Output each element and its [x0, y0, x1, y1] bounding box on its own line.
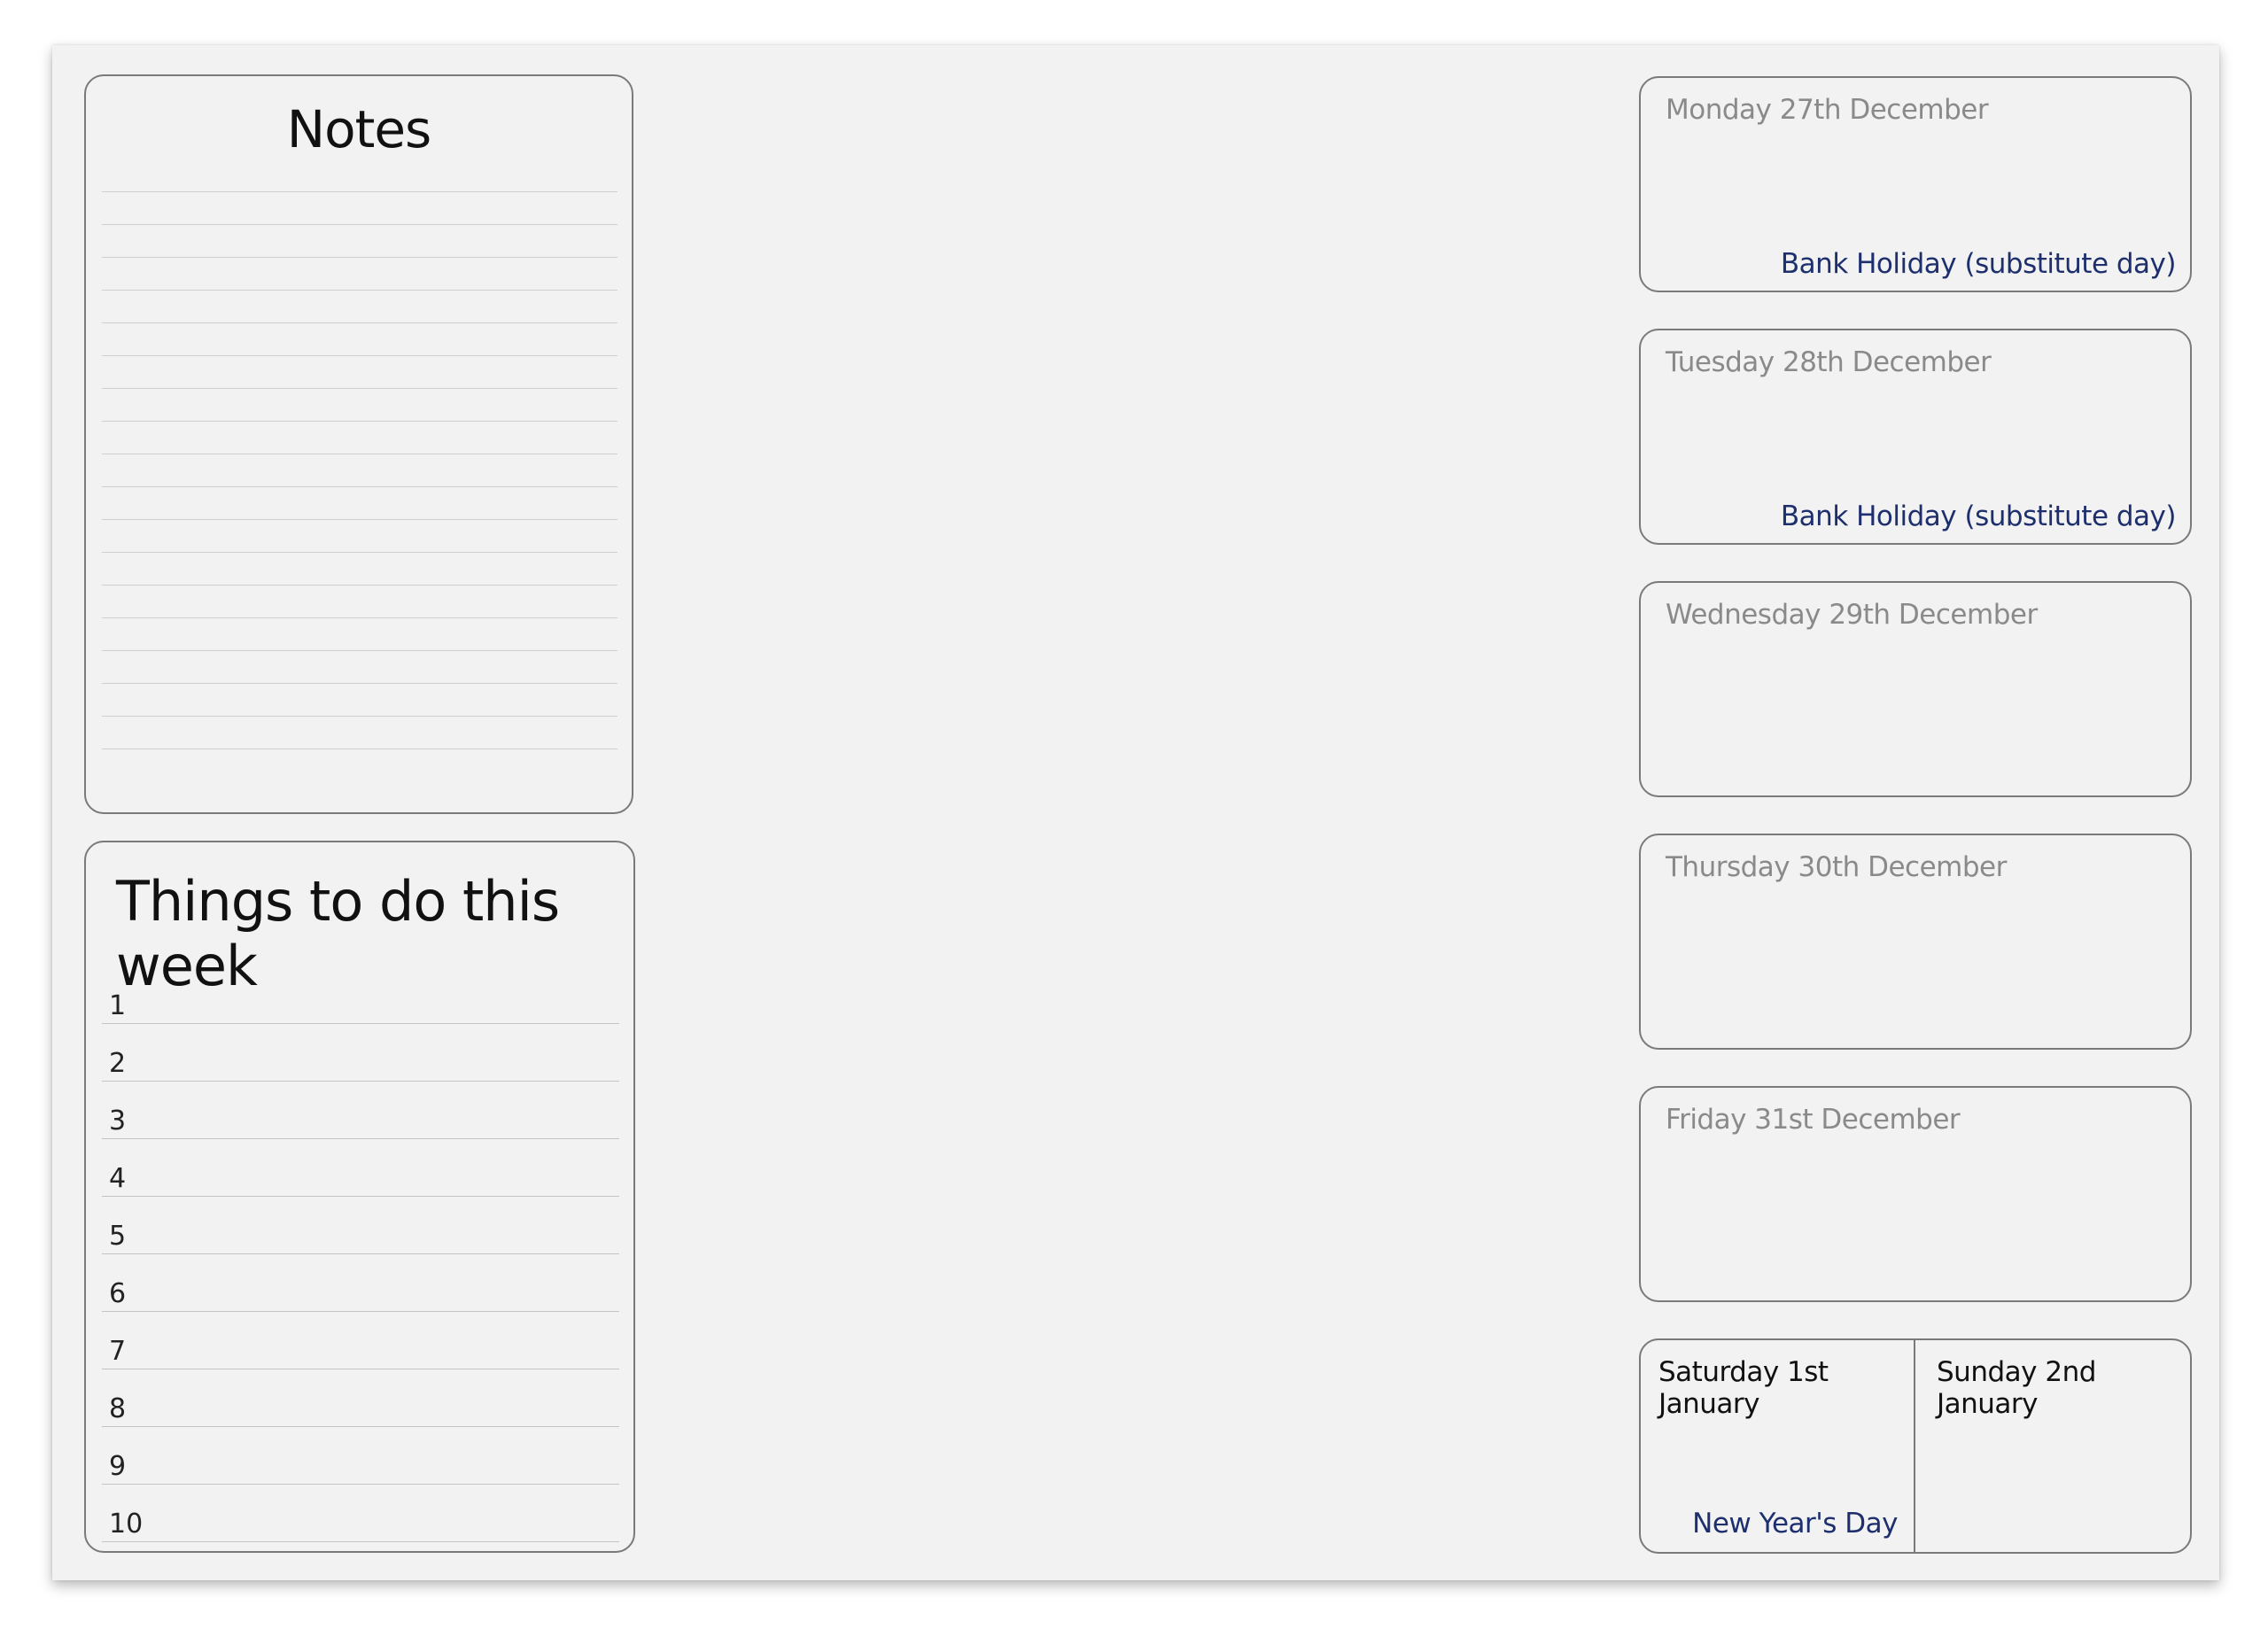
day-box-monday: Monday 27th December Bank Holiday (subst…: [1639, 76, 2192, 292]
day-label: Friday 31st December: [1666, 1104, 1961, 1136]
day-label: Thursday 30th December: [1666, 851, 2007, 883]
notes-title: Notes: [286, 99, 432, 159]
note-line: [102, 716, 617, 749]
desk-planner-sheet: Notes Things to do this week 1 2 3 4 5 6…: [52, 45, 2219, 1580]
todo-number: 5: [109, 1221, 127, 1252]
todo-number: 2: [109, 1048, 127, 1079]
note-line: [102, 191, 617, 224]
weekend-box: Saturday 1st January New Year's Day Sund…: [1639, 1338, 2192, 1554]
notes-lines: [102, 191, 617, 781]
todo-item: 8: [102, 1369, 619, 1427]
todo-item: 9: [102, 1427, 619, 1485]
sunday-box: Sunday 2nd January: [1915, 1340, 2190, 1552]
todo-item: 7: [102, 1312, 619, 1369]
todo-number: 4: [109, 1163, 127, 1194]
todo-item: 10: [102, 1485, 619, 1542]
day-box-wednesday: Wednesday 29th December: [1639, 581, 2192, 797]
note-line: [102, 224, 617, 257]
day-label: Sunday 2nd January: [1937, 1356, 2096, 1420]
note-line: [102, 454, 617, 486]
todo-number: 8: [109, 1393, 127, 1424]
todo-item: 5: [102, 1197, 619, 1254]
day-label: Monday 27th December: [1666, 94, 1989, 126]
note-line: [102, 552, 617, 585]
note-line: [102, 322, 617, 355]
todo-item: 2: [102, 1024, 619, 1082]
todo-item: 4: [102, 1139, 619, 1197]
day-box-friday: Friday 31st December: [1639, 1086, 2192, 1302]
todo-item: 3: [102, 1082, 619, 1139]
note-line: [102, 683, 617, 716]
notes-panel: Notes: [84, 74, 633, 814]
note-line: [102, 421, 617, 454]
day-box-thursday: Thursday 30th December: [1639, 834, 2192, 1050]
note-line: [102, 486, 617, 519]
day-label: Saturday 1st January: [1658, 1356, 1829, 1420]
todo-number: 1: [109, 990, 127, 1021]
day-box-tuesday: Tuesday 28th December Bank Holiday (subs…: [1639, 329, 2192, 545]
saturday-box: Saturday 1st January New Year's Day: [1641, 1340, 1915, 1552]
todo-number: 7: [109, 1336, 127, 1367]
note-line: [102, 257, 617, 290]
note-line: [102, 355, 617, 388]
note-line: [102, 290, 617, 322]
note-line: [102, 585, 617, 617]
todo-list: 1 2 3 4 5 6 7 8 9 10: [102, 966, 619, 1542]
todo-item: 1: [102, 966, 619, 1024]
note-line: [102, 519, 617, 552]
todo-number: 10: [109, 1509, 144, 1540]
todo-number: 3: [109, 1105, 127, 1136]
todo-panel: Things to do this week 1 2 3 4 5 6 7 8 9…: [84, 841, 635, 1553]
note-line: [102, 617, 617, 650]
day-label: Tuesday 28th December: [1666, 346, 1992, 378]
day-label: Wednesday 29th December: [1666, 599, 2038, 631]
note-line: [102, 749, 617, 781]
todo-number: 6: [109, 1278, 127, 1309]
holiday-label: Bank Holiday (substitute day): [1780, 500, 2177, 532]
note-line: [102, 650, 617, 683]
todo-number: 9: [109, 1451, 127, 1482]
holiday-label: New Year's Day: [1692, 1508, 1898, 1540]
todo-item: 6: [102, 1254, 619, 1312]
holiday-label: Bank Holiday (substitute day): [1780, 248, 2177, 280]
note-line: [102, 388, 617, 421]
